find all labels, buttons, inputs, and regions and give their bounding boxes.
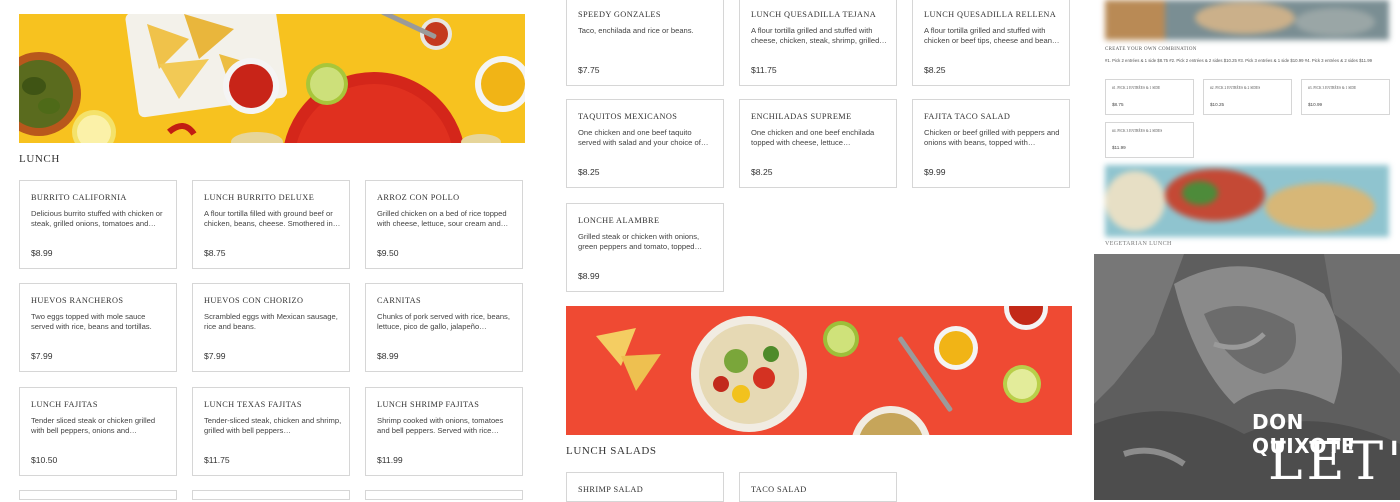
menu-item-card[interactable]: ARROZ CON POLLO Grilled chicken on a bed … <box>365 180 523 269</box>
menu-item-description: Scrambled eggs with Mexican sausage, ric… <box>204 312 338 331</box>
menu-item-card[interactable]: SPEEDY GONZALES Taco, enchilada and rice … <box>566 0 724 86</box>
promo-panel: DON QUIXOTE LET'S E <box>1094 254 1400 500</box>
combo-description: #1. Pick 2 entrées & 1 side $8.75 #2. Pi… <box>1105 58 1372 63</box>
menu-item-name: SHRIMP SALAD <box>578 485 644 494</box>
vegetarian-banner-image <box>1105 165 1389 237</box>
menu-item-description: Grilled steak or chicken with onions, gr… <box>578 232 703 251</box>
menu-item-name: LUNCH BURRITO DELUXE <box>204 193 315 202</box>
menu-item-description: Chunks of pork served with rice, beans, … <box>377 312 510 331</box>
combo-name: #2. PICK 2 ENTRÉES & 2 SIDES <box>1210 86 1261 90</box>
combo-name: #4. PICK 3 ENTRÉES & 2 SIDES <box>1112 129 1163 133</box>
menu-item-description: Shrimp cooked with onions, tomatoes and … <box>377 416 504 435</box>
combo-name: #3. PICK 3 ENTRÉES & 1 SIDE <box>1308 86 1357 90</box>
menu-item-card[interactable] <box>365 490 523 500</box>
combo-price: $10.25 <box>1210 102 1225 107</box>
lunch-salads-banner-image <box>566 306 1072 435</box>
menu-item-price: $10.50 <box>31 455 58 465</box>
menu-item-description: Two eggs topped with mole sauce served w… <box>31 312 152 331</box>
menu-item-name: LUNCH FAJITAS <box>31 400 98 409</box>
food-photo-icon <box>1105 0 1389 40</box>
menu-item-description: One chicken and one beef taquito served … <box>578 128 709 147</box>
menu-item-name: TACO SALAD <box>751 485 807 494</box>
menu-item-price: $8.75 <box>204 248 226 258</box>
menu-item-name: CARNITAS <box>377 296 422 305</box>
menu-item-card[interactable]: TAQUITOS MEXICANOS One chicken and one be… <box>566 99 724 188</box>
menu-item-price: $8.99 <box>578 271 600 281</box>
lunch-banner-image <box>19 14 525 143</box>
menu-item-name: TAQUITOS MEXICANOS <box>578 112 678 121</box>
menu-item-name: ARROZ CON POLLO <box>377 193 460 202</box>
combo-name: #1. PICK 2 ENTRÉES & 1 SIDE <box>1112 86 1161 90</box>
combo-price: $8.75 <box>1112 102 1124 107</box>
menu-item-name: HUEVOS CON CHORIZO <box>204 296 304 305</box>
combo-price: $11.99 <box>1112 145 1126 150</box>
menu-item-card[interactable]: SHRIMP SALAD <box>566 472 724 502</box>
menu-item-price: $8.99 <box>377 351 399 361</box>
menu-item-description: One chicken and one beef enchilada toppe… <box>751 128 875 147</box>
menu-item-description: Delicious burrito stuffed with chicken o… <box>31 209 163 228</box>
menu-item-name: BURRITO CALIFORNIA <box>31 193 127 202</box>
menu-item-card[interactable] <box>192 490 350 500</box>
menu-item-price: $9.99 <box>924 167 946 177</box>
menu-item-name: LUNCH QUESADILLA TEJANA <box>751 10 877 19</box>
menu-item-card[interactable]: HUEVOS RANCHEROS Two eggs topped with mol… <box>19 283 177 372</box>
salad-illustration-icon <box>566 306 1072 435</box>
menu-item-price: $11.75 <box>204 455 230 465</box>
menu-item-card[interactable]: BURRITO CALIFORNIA Delicious burrito stuf… <box>19 180 177 269</box>
menu-item-description: Tender sliced steak or chicken grilled w… <box>31 416 156 435</box>
menu-item-card[interactable]: FAJITA TACO SALAD Chicken or beef grilled… <box>912 99 1070 188</box>
menu-item-name: HUEVOS RANCHEROS <box>31 296 124 305</box>
combo-card[interactable]: #3. PICK 3 ENTRÉES & 1 SIDE $10.99 <box>1301 79 1390 115</box>
food-photo-icon <box>1105 165 1389 237</box>
menu-item-card[interactable]: LONCHE ALAMBRE Grilled steak or chicken w… <box>566 203 724 292</box>
menu-item-price: $8.25 <box>751 167 773 177</box>
menu-item-price: $11.75 <box>751 65 777 75</box>
menu-item-card[interactable]: CARNITAS Chunks of pork served with rice,… <box>365 283 523 372</box>
combo-card[interactable]: #4. PICK 3 ENTRÉES & 2 SIDES $11.99 <box>1105 122 1194 158</box>
menu-item-price: $7.99 <box>204 351 226 361</box>
promo-headline: LET'S E <box>1268 432 1400 492</box>
combo-card[interactable]: #2. PICK 2 ENTRÉES & 2 SIDES $10.25 <box>1203 79 1292 115</box>
menu-item-price: $7.75 <box>578 65 600 75</box>
section-title-lunch-salads: LUNCH SALADS <box>566 445 657 457</box>
menu-item-price: $9.50 <box>377 248 399 258</box>
menu-item-card[interactable]: LUNCH QUESADILLA TEJANA A flour tortilla … <box>739 0 897 86</box>
menu-item-description: Taco, enchilada and rice or beans. <box>578 26 694 35</box>
menu-item-description: Chicken or beef grilled with peppers and… <box>924 128 1060 147</box>
menu-item-name: LUNCH TEXAS FAJITAS <box>204 400 302 409</box>
menu-item-price: $8.25 <box>924 65 946 75</box>
menu-item-name: FAJITA TACO SALAD <box>924 112 1011 121</box>
menu-item-name: LUNCH SHRIMP FAJITAS <box>377 400 480 409</box>
combo-banner-image <box>1105 0 1389 40</box>
menu-item-card[interactable] <box>19 490 177 500</box>
menu-item-description: Tender-sliced steak, chicken and shrimp,… <box>204 416 342 435</box>
menu-item-description: A flour tortilla grilled and stuffed wit… <box>751 26 887 45</box>
menu-item-description: A flour tortilla filled with ground beef… <box>204 209 341 228</box>
menu-item-name: SPEEDY GONZALES <box>578 10 661 19</box>
menu-item-card[interactable]: LUNCH SHRIMP FAJITAS Shrimp cooked with o… <box>365 387 523 476</box>
vegetarian-lunch-title: VEGETARIAN LUNCH <box>1105 241 1172 247</box>
menu-item-card[interactable]: TACO SALAD <box>739 472 897 502</box>
menu-item-card[interactable]: ENCHILADAS SUPREME One chicken and one be… <box>739 99 897 188</box>
combo-card[interactable]: #1. PICK 2 ENTRÉES & 1 SIDE $8.75 <box>1105 79 1194 115</box>
menu-item-price: $7.99 <box>31 351 53 361</box>
food-illustration-icon <box>19 14 525 143</box>
menu-item-card[interactable]: LUNCH FAJITAS Tender sliced steak or chic… <box>19 387 177 476</box>
menu-item-description: Grilled chicken on a bed of rice topped … <box>377 209 509 228</box>
menu-item-card[interactable]: LUNCH QUESADILLA RELLENA A flour tortilla… <box>912 0 1070 86</box>
menu-item-description: A flour tortilla grilled and stuffed wit… <box>924 26 1060 45</box>
menu-item-card[interactable]: LUNCH BURRITO DELUXE A flour tortilla fil… <box>192 180 350 269</box>
menu-item-card[interactable]: HUEVOS CON CHORIZO Scrambled eggs with Me… <box>192 283 350 372</box>
menu-item-name: ENCHILADAS SUPREME <box>751 112 852 121</box>
menu-item-price: $11.99 <box>377 455 403 465</box>
section-title-lunch: LUNCH <box>19 153 60 165</box>
menu-item-name: LONCHE ALAMBRE <box>578 216 660 225</box>
menu-item-price: $8.25 <box>578 167 600 177</box>
combo-price: $10.99 <box>1308 102 1323 107</box>
combo-title: CREATE YOUR OWN COMBINATION <box>1105 47 1197 52</box>
menu-item-name: LUNCH QUESADILLA RELLENA <box>924 10 1057 19</box>
menu-item-price: $8.99 <box>31 248 53 258</box>
menu-item-card[interactable]: LUNCH TEXAS FAJITAS Tender-sliced steak, … <box>192 387 350 476</box>
